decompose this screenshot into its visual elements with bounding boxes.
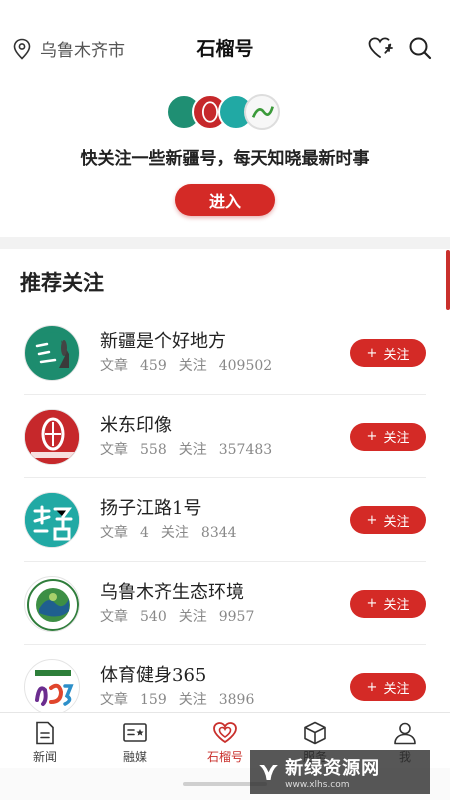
follow-label: 关注 [383,347,410,363]
account-row[interactable]: 米东印像 文章 558 关注 357483 + 关注 [0,395,450,479]
search-icon[interactable] [407,35,433,61]
account-row[interactable]: 扬子江路1号 文章 4 关注 8344 + 关注 [0,478,450,562]
followers-count: 9957 [218,608,255,625]
watermark-url: www.xlhs.com [285,780,350,790]
header: 乌鲁木齐市 石榴号 [0,0,450,94]
account-name: 新疆是个好地方 [100,331,226,352]
account-row[interactable]: 新疆是个好地方 文章 459 关注 409502 + 关注 [0,311,450,395]
recommend-section: 推荐关注 新疆是个好地方 文章 459 关注 409502 + 关注 米东印像 … [0,249,450,715]
follow-label: 关注 [383,514,410,530]
followers-label: 关注 [178,358,207,374]
heart-plus-icon[interactable] [367,35,393,61]
avatar [244,94,280,130]
section-title: 推荐关注 [20,270,104,295]
tab-label: 新闻 [32,750,57,764]
account-logo [24,492,80,548]
profile-icon [394,722,416,745]
follow-button[interactable]: + 关注 [350,673,426,701]
tab-media[interactable]: 融媒 [90,713,180,768]
follow-button[interactable]: + 关注 [350,506,426,534]
account-name: 扬子江路1号 [100,498,202,519]
enter-button[interactable]: 进入 [175,184,275,216]
follow-button[interactable]: + 关注 [350,422,426,451]
account-row[interactable]: 乌鲁木齐生态环境 文章 540 关注 9957 + 关注 [0,562,450,646]
follow-button[interactable]: + 关注 [350,339,426,367]
watermark-title: 新绿资源网 [285,758,381,779]
watermark: ⋎ 新绿资源网 www.xlhs.com [250,750,430,794]
articles-count: 459 [140,358,167,374]
account-logo [24,659,80,715]
avatar-stack [166,94,284,130]
articles-label: 文章 [100,525,128,541]
followers-count: 357483 [218,441,273,458]
articles-count: 540 [140,608,167,625]
articles-count: 4 [140,525,149,541]
followers-label: 关注 [178,608,207,625]
account-stats: 文章 540 关注 9957 [100,606,266,626]
account-logo [24,325,80,381]
watermark-logo-icon: ⋎ [258,757,280,787]
tab-label: 融媒 [122,750,147,764]
scrollbar[interactable] [446,250,450,310]
followers-label: 关注 [160,525,189,541]
account-stats: 文章 558 关注 357483 [100,439,284,459]
account-logo [24,408,80,465]
plus-icon: + [366,596,378,611]
tab-label: 石榴号 [206,750,243,764]
account-stats: 文章 459 关注 409502 [100,355,284,375]
followers-label: 关注 [178,441,207,458]
plus-icon: + [366,429,378,444]
follow-label: 关注 [383,598,410,613]
followers-label: 关注 [178,692,207,708]
tab-news[interactable]: 新闻 [0,713,90,768]
followers-count: 409502 [218,358,273,374]
follow-label: 关注 [383,431,410,446]
account-stats: 文章 4 关注 8344 [100,522,249,542]
section-divider [0,237,450,249]
news-icon [36,721,54,745]
promo-text: 快关注一些新疆号，每天知晓最新时事 [80,149,370,169]
account-stats: 文章 159 关注 3896 [100,689,266,709]
followers-count: 8344 [200,525,237,541]
articles-count: 159 [140,692,167,708]
box-icon [304,721,326,745]
articles-label: 文章 [100,608,128,625]
follow-button[interactable]: + 关注 [350,589,426,618]
articles-label: 文章 [100,358,128,374]
account-name: 体育健身365 [100,665,207,686]
plus-icon: + [366,512,378,528]
plus-icon: + [366,679,378,695]
plus-icon: + [366,345,378,361]
account-logo [24,575,80,632]
followers-count: 3896 [218,692,255,708]
articles-label: 文章 [100,441,128,458]
hearts-icon [213,722,237,744]
articles-label: 文章 [100,692,128,708]
articles-count: 558 [140,441,167,458]
follow-label: 关注 [383,681,410,697]
promo-section: 快关注一些新疆号，每天知晓最新时事 进入 [0,94,450,237]
account-name: 米东印像 [100,414,172,436]
account-name: 乌鲁木齐生态环境 [100,581,244,603]
media-icon [123,723,147,742]
